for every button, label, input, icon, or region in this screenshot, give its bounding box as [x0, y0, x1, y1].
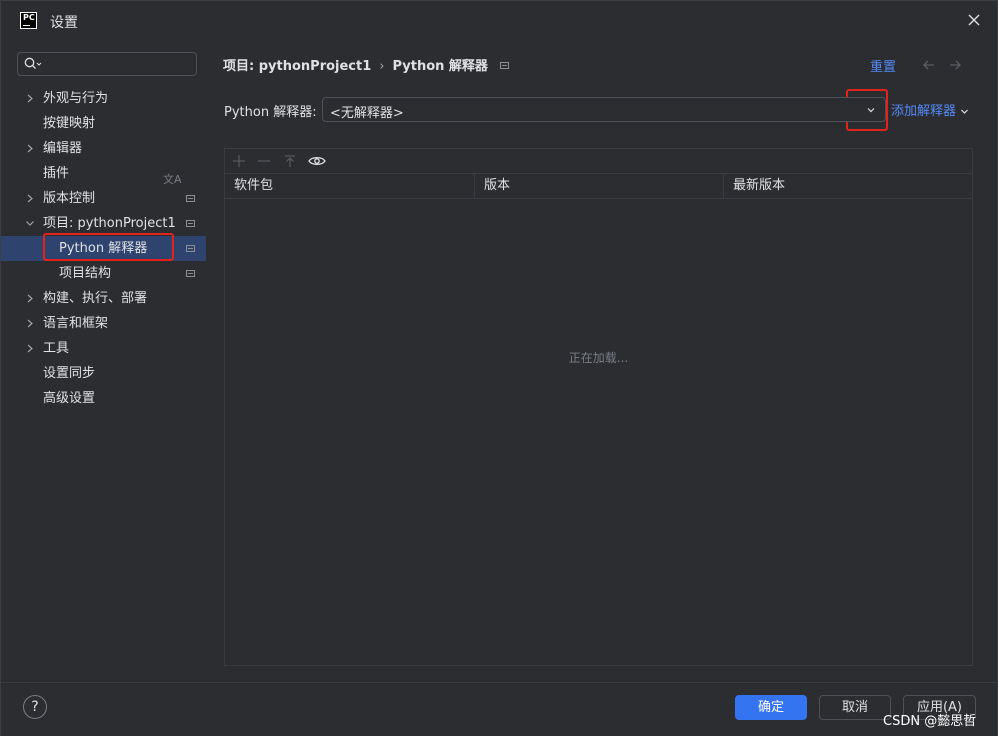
sidebar-item-label: 项目结构 [59, 266, 112, 281]
chevron-right-icon[interactable] [24, 336, 36, 361]
sidebar-item-label: 插件 [43, 166, 70, 181]
project-settings-icon [499, 62, 509, 69]
sidebar-item-label: 工具 [43, 341, 70, 356]
watermark: CSDN @懿思哲 [883, 714, 977, 729]
sidebar-item-label: 语言和框架 [43, 316, 109, 331]
column-header-latest-version[interactable]: 最新版本 [724, 174, 972, 198]
loading-text: 正在加载... [568, 351, 629, 365]
sidebar-item-advanced-settings[interactable]: 高级设置 [1, 386, 206, 411]
sidebar-item-settings-sync[interactable]: 设置同步 [1, 361, 206, 386]
dialog-title: 设置 [50, 15, 78, 31]
dialog-footer: ? 确定 取消 应用(A) [1, 682, 997, 736]
packages-toolbar [225, 149, 972, 174]
sidebar-item-label: 设置同步 [43, 366, 96, 381]
interpreter-select[interactable]: <无解释器> [322, 97, 886, 122]
reset-link[interactable]: 重置 [870, 56, 896, 75]
breadcrumb: 项目: pythonProject1 › Python 解释器 [223, 55, 509, 74]
settings-sidebar: 外观与行为 按键映射 编辑器 插件 文A 版本控制 项目: pythonProj… [1, 41, 206, 681]
breadcrumb-parent[interactable]: 项目: pythonProject1 [223, 59, 371, 74]
search-icon [24, 57, 42, 69]
project-settings-icon [186, 245, 195, 252]
highlight-box [43, 233, 174, 261]
sidebar-item-version-control[interactable]: 版本控制 [1, 186, 206, 211]
sidebar-item-tools[interactable]: 工具 [1, 336, 206, 361]
chevron-down-icon [961, 109, 968, 114]
sidebar-item-build-execution-deployment[interactable]: 构建、执行、部署 [1, 286, 206, 311]
column-header-version[interactable]: 版本 [475, 174, 724, 198]
settings-dialog: PC 设置 外观与行为 按键映射 编辑器 插件 文A 版本控制 项目: pyth… [0, 0, 998, 736]
title-bar: PC 设置 [1, 1, 997, 41]
packages-table-header: 软件包 版本 最新版本 [225, 174, 972, 199]
sidebar-item-project-structure[interactable]: 项目结构 [1, 261, 206, 286]
arrow-right-icon[interactable] [948, 58, 962, 72]
upgrade-icon[interactable] [283, 154, 297, 168]
breadcrumb-current: Python 解释器 [392, 59, 488, 74]
sidebar-item-plugins[interactable]: 插件 文A [1, 161, 206, 186]
column-header-package[interactable]: 软件包 [225, 174, 475, 198]
sidebar-item-label: 高级设置 [43, 391, 96, 406]
sidebar-item-label: 版本控制 [43, 191, 96, 206]
breadcrumb-separator: › [379, 59, 385, 74]
chevron-right-icon[interactable] [24, 186, 36, 211]
chevron-right-icon[interactable] [24, 286, 36, 311]
project-settings-icon [186, 270, 195, 277]
sidebar-item-appearance[interactable]: 外观与行为 [1, 86, 206, 111]
chevron-right-icon[interactable] [24, 311, 36, 336]
add-interpreter-link[interactable]: 添加解释器 [891, 100, 969, 119]
interpreter-label: Python 解释器: [224, 105, 317, 120]
help-button[interactable]: ? [23, 695, 47, 719]
add-icon[interactable] [232, 154, 246, 168]
chevron-right-icon[interactable] [24, 136, 36, 161]
packages-panel: 软件包 版本 最新版本 正在加载... [224, 148, 973, 666]
project-settings-icon [186, 220, 195, 227]
add-interpreter-label: 添加解释器 [891, 104, 957, 119]
arrow-left-icon[interactable] [922, 58, 936, 72]
sidebar-item-languages-frameworks[interactable]: 语言和框架 [1, 311, 206, 336]
eye-icon[interactable] [308, 154, 326, 168]
settings-search-input[interactable] [17, 52, 197, 76]
sidebar-item-label: 外观与行为 [43, 91, 109, 106]
ok-button[interactable]: 确定 [735, 695, 807, 720]
pycharm-logo-icon: PC [20, 12, 37, 29]
sidebar-item-editor[interactable]: 编辑器 [1, 136, 206, 161]
interpreter-select-value: <无解释器> [330, 106, 404, 121]
sidebar-item-label: 编辑器 [43, 141, 83, 156]
remove-icon[interactable] [257, 154, 271, 168]
sidebar-item-label: 构建、执行、部署 [43, 291, 148, 306]
chevron-right-icon[interactable] [24, 86, 36, 111]
chevron-down-icon[interactable] [866, 105, 876, 115]
cancel-button[interactable]: 取消 [819, 695, 891, 720]
chevron-down-icon[interactable] [24, 211, 36, 236]
sidebar-item-label: 按键映射 [43, 116, 96, 131]
sidebar-item-keymap[interactable]: 按键映射 [1, 111, 206, 136]
close-icon[interactable] [967, 13, 981, 27]
project-settings-icon [186, 195, 195, 202]
